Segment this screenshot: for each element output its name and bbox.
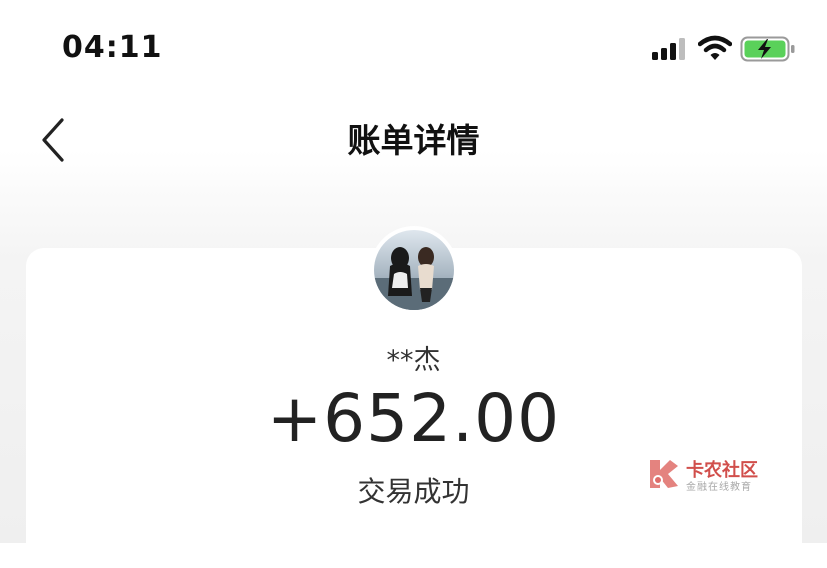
navigation-bar: 账单详情 [0, 96, 827, 186]
avatar-photo-icon [374, 230, 454, 310]
watermark-subtitle: 金融在线教育 [686, 482, 752, 493]
watermark: 卡农社区 金融在线教育 [646, 456, 776, 496]
battery-charging-icon [740, 36, 795, 62]
status-bar: 04:11 [0, 0, 827, 96]
transaction-amount: +652.00 [266, 380, 561, 457]
page-title: 账单详情 [347, 121, 480, 160]
counterparty-name: **杰 [386, 345, 441, 376]
wifi-icon [698, 35, 732, 60]
status-time: 04:11 [62, 30, 163, 65]
cellular-signal-icon [652, 38, 685, 60]
kanong-logo-icon [650, 460, 678, 488]
avatar[interactable] [370, 226, 458, 314]
